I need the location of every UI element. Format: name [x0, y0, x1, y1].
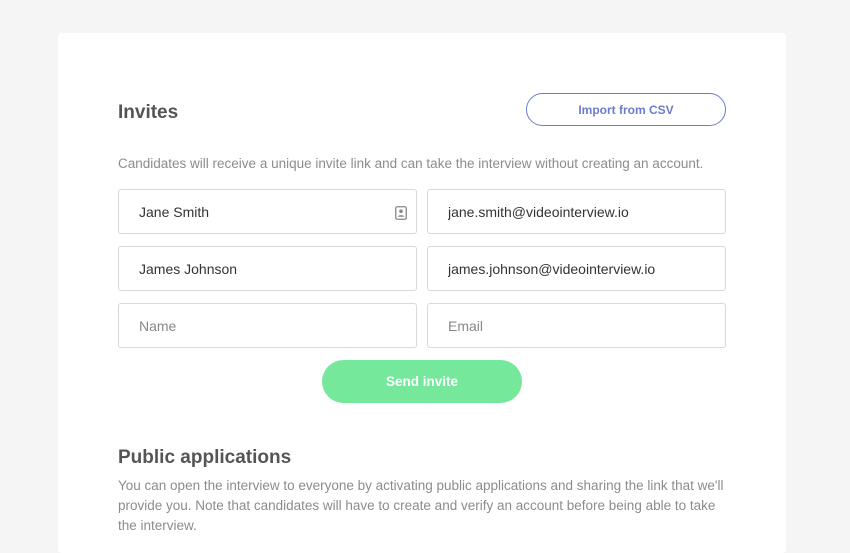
invites-title: Invites	[118, 102, 179, 123]
public-applications-title: Public applications	[118, 447, 292, 468]
invite-name-input-2[interactable]	[119, 247, 416, 290]
invite-name-input-1[interactable]	[119, 190, 416, 233]
invite-email-field-1	[427, 189, 726, 234]
import-csv-button[interactable]: Import from CSV	[526, 93, 726, 126]
invite-name-field-3	[118, 303, 417, 348]
invite-name-field-1	[118, 189, 417, 234]
content-card: Invites Import from CSV Candidates will …	[58, 33, 786, 553]
invites-description: Candidates will receive a unique invite …	[118, 156, 704, 171]
contact-card-icon[interactable]	[395, 206, 407, 220]
invite-email-field-3	[427, 303, 726, 348]
invite-name-input-3[interactable]	[119, 304, 416, 347]
send-invite-button[interactable]: Send invite	[322, 360, 522, 403]
invite-email-input-1[interactable]	[428, 190, 725, 233]
invite-email-field-2	[427, 246, 726, 291]
public-applications-description: You can open the interview to everyone b…	[118, 478, 724, 533]
invite-email-input-3[interactable]	[428, 304, 725, 347]
invite-email-input-2[interactable]	[428, 247, 725, 290]
invite-name-field-2	[118, 246, 417, 291]
